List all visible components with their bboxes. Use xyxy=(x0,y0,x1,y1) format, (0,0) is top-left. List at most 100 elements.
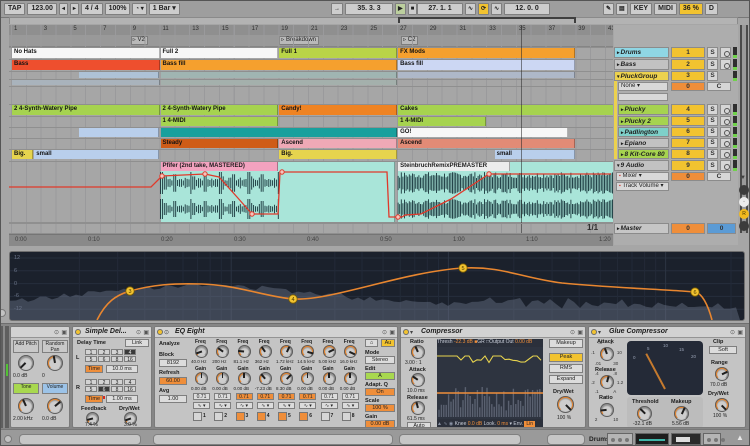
filter-type-select[interactable]: ∿ ▾ xyxy=(342,402,359,409)
delay-left-ms-field[interactable]: 10.0 ms xyxy=(106,365,138,373)
glue-attack-knob[interactable]: .01.1.311030 xyxy=(600,347,614,361)
gain-knob[interactable] xyxy=(195,372,208,385)
band-toggle-checkbox[interactable] xyxy=(236,412,245,421)
save-icon[interactable]: ▣ xyxy=(61,328,67,338)
loop-button[interactable]: ⟳ xyxy=(478,3,489,15)
nudge-up-button[interactable]: ▸ xyxy=(70,3,79,15)
clip-segment[interactable] xyxy=(161,72,398,78)
track-header-drums[interactable]: ▸Drums1S xyxy=(614,47,738,58)
clip-full-2[interactable]: Full 2 xyxy=(161,48,279,58)
track-activator[interactable]: 2 xyxy=(671,59,705,70)
arrangement-overview[interactable] xyxy=(9,17,738,24)
scroll-piece-2[interactable] xyxy=(153,434,393,445)
beat-division-4[interactable]: 4 xyxy=(124,379,136,385)
makeup-button[interactable]: Makeup xyxy=(549,339,583,348)
expand-icon[interactable]: ⊙ xyxy=(164,328,169,338)
clip-steady[interactable]: Steady xyxy=(161,139,279,148)
track-activator[interactable]: 1 xyxy=(671,47,705,58)
send-amount[interactable]: 0 xyxy=(671,172,705,181)
track-activator[interactable]: 7 xyxy=(671,138,705,148)
beat-division-3[interactable]: 3 xyxy=(111,379,123,385)
scroll-piece-3[interactable] xyxy=(399,434,521,445)
thresh-value[interactable]: -22.3 dB xyxy=(454,339,473,345)
filter-type-select[interactable]: ∿ ▾ xyxy=(278,402,295,409)
audio-clip-body[interactable] xyxy=(398,162,613,222)
beat-division-3[interactable]: 3 xyxy=(111,349,123,355)
attack-knob[interactable] xyxy=(411,373,425,387)
auto-release-button[interactable]: Auto xyxy=(407,422,431,428)
track-activator[interactable]: 5 xyxy=(671,116,705,126)
delay-left-time-mode-button[interactable]: Time xyxy=(85,365,103,373)
glue-ratio-knob[interactable]: 2410 xyxy=(600,403,614,417)
arm-button[interactable] xyxy=(720,127,731,137)
adaptq-toggle[interactable]: On xyxy=(365,388,395,396)
beat-division-2[interactable]: 2 xyxy=(98,379,110,385)
band-toggle-checkbox[interactable] xyxy=(257,412,266,421)
clip-fx-mods[interactable]: FX Mods xyxy=(398,48,575,58)
fold-icon[interactable]: ▸ xyxy=(617,50,620,56)
audio-clip-title-steinbruchremixpremaster[interactable]: SteinbruchRemixPREMASTER xyxy=(398,162,510,171)
freq-knob[interactable] xyxy=(344,345,357,358)
fold-icon[interactable]: ▸ xyxy=(621,130,624,136)
computer-midi-keyboard-icon[interactable]: ▤ xyxy=(616,3,628,15)
rack-title-bar[interactable]: ⊙ ▣ xyxy=(11,327,69,338)
out-value[interactable]: 0.00 dB xyxy=(515,339,532,345)
record-indicator-button[interactable]: R xyxy=(739,209,749,219)
device-thumbnail[interactable] xyxy=(607,433,633,445)
arm-button[interactable] xyxy=(720,116,731,126)
gain-knob[interactable] xyxy=(216,372,229,385)
track-header-master[interactable]: ▸Master00 xyxy=(614,223,738,234)
show-hide-button[interactable] xyxy=(4,435,12,443)
fold-icon[interactable]: ▸ xyxy=(617,62,620,68)
device-chooser[interactable]: None ▾ xyxy=(618,82,668,91)
beat-division-16[interactable]: 16 xyxy=(124,386,136,392)
tempo-field[interactable]: 123.00 xyxy=(27,3,56,15)
solo-button[interactable]: S xyxy=(707,138,718,148)
macro-knob-add-pitch[interactable] xyxy=(18,355,34,371)
expand-mode-button[interactable]: Expand xyxy=(549,375,583,384)
q-field[interactable]: 0.71 xyxy=(342,393,359,400)
threshold-knob[interactable] xyxy=(637,406,652,421)
clip-segment[interactable] xyxy=(161,128,398,137)
solo-button[interactable]: S xyxy=(707,71,718,81)
band-toggle-checkbox[interactable] xyxy=(278,412,287,421)
clip-ascend[interactable]: Ascend xyxy=(398,139,575,148)
arm-button[interactable] xyxy=(720,138,731,148)
macro-knob-tone[interactable] xyxy=(18,398,34,414)
peak-mode-button[interactable]: Peak xyxy=(549,353,583,362)
clip-cakes[interactable]: Cakes xyxy=(398,105,613,115)
filter-type-select[interactable]: ∿ ▾ xyxy=(214,402,231,409)
glue-drywet-knob[interactable] xyxy=(715,398,729,412)
output-gain-field[interactable]: 0.00 dB xyxy=(365,420,395,428)
circle-button-2[interactable]: ◦ xyxy=(739,197,749,207)
block-select[interactable]: 8192 xyxy=(159,359,187,367)
track-header-padlington[interactable]: ▸Padlington6S xyxy=(614,127,738,137)
device-thumbnail[interactable] xyxy=(635,433,669,445)
beat-division-5[interactable]: 5 xyxy=(85,356,97,362)
delay-title-bar[interactable]: Simple Del... ⊙ ▣ xyxy=(73,327,151,338)
clip-segment[interactable] xyxy=(12,80,160,85)
fold-icon[interactable]: ▸ xyxy=(617,226,620,232)
solo-button[interactable]: S xyxy=(707,127,718,137)
filter-type-select[interactable]: ∿ ▾ xyxy=(257,402,274,409)
track-header-epiano[interactable]: ▸Epiano7S xyxy=(614,138,738,148)
track-activator[interactable]: 6 xyxy=(671,127,705,137)
track-activator[interactable]: 3 xyxy=(671,71,705,81)
q-field[interactable]: 0.71 xyxy=(236,393,253,400)
hotswap-icon[interactable]: ⊙ xyxy=(570,328,575,338)
clip-1-4-midi[interactable]: 1 4-MIDI xyxy=(161,117,279,126)
gr-checkbox[interactable]: GR xyxy=(477,339,485,345)
circle-button-3[interactable] xyxy=(739,221,749,231)
band-toggle-checkbox[interactable] xyxy=(342,412,351,421)
clip-bass[interactable]: Bass xyxy=(12,60,160,70)
groove-amount-field[interactable]: 100% xyxy=(105,3,131,15)
save-icon[interactable]: ▣ xyxy=(143,328,149,338)
band-toggle-checkbox[interactable] xyxy=(214,412,223,421)
circle-button-1[interactable] xyxy=(739,185,749,195)
clip-segment[interactable] xyxy=(161,80,398,85)
mode-select[interactable]: Stereo xyxy=(365,356,395,364)
delay-right-ms-field[interactable]: 1.00 ms xyxy=(106,395,138,403)
filter-type-select[interactable]: ∿ ▾ xyxy=(299,402,316,409)
gain-knob[interactable] xyxy=(301,372,314,385)
hotswap-icon[interactable]: ⊙ xyxy=(382,328,387,338)
